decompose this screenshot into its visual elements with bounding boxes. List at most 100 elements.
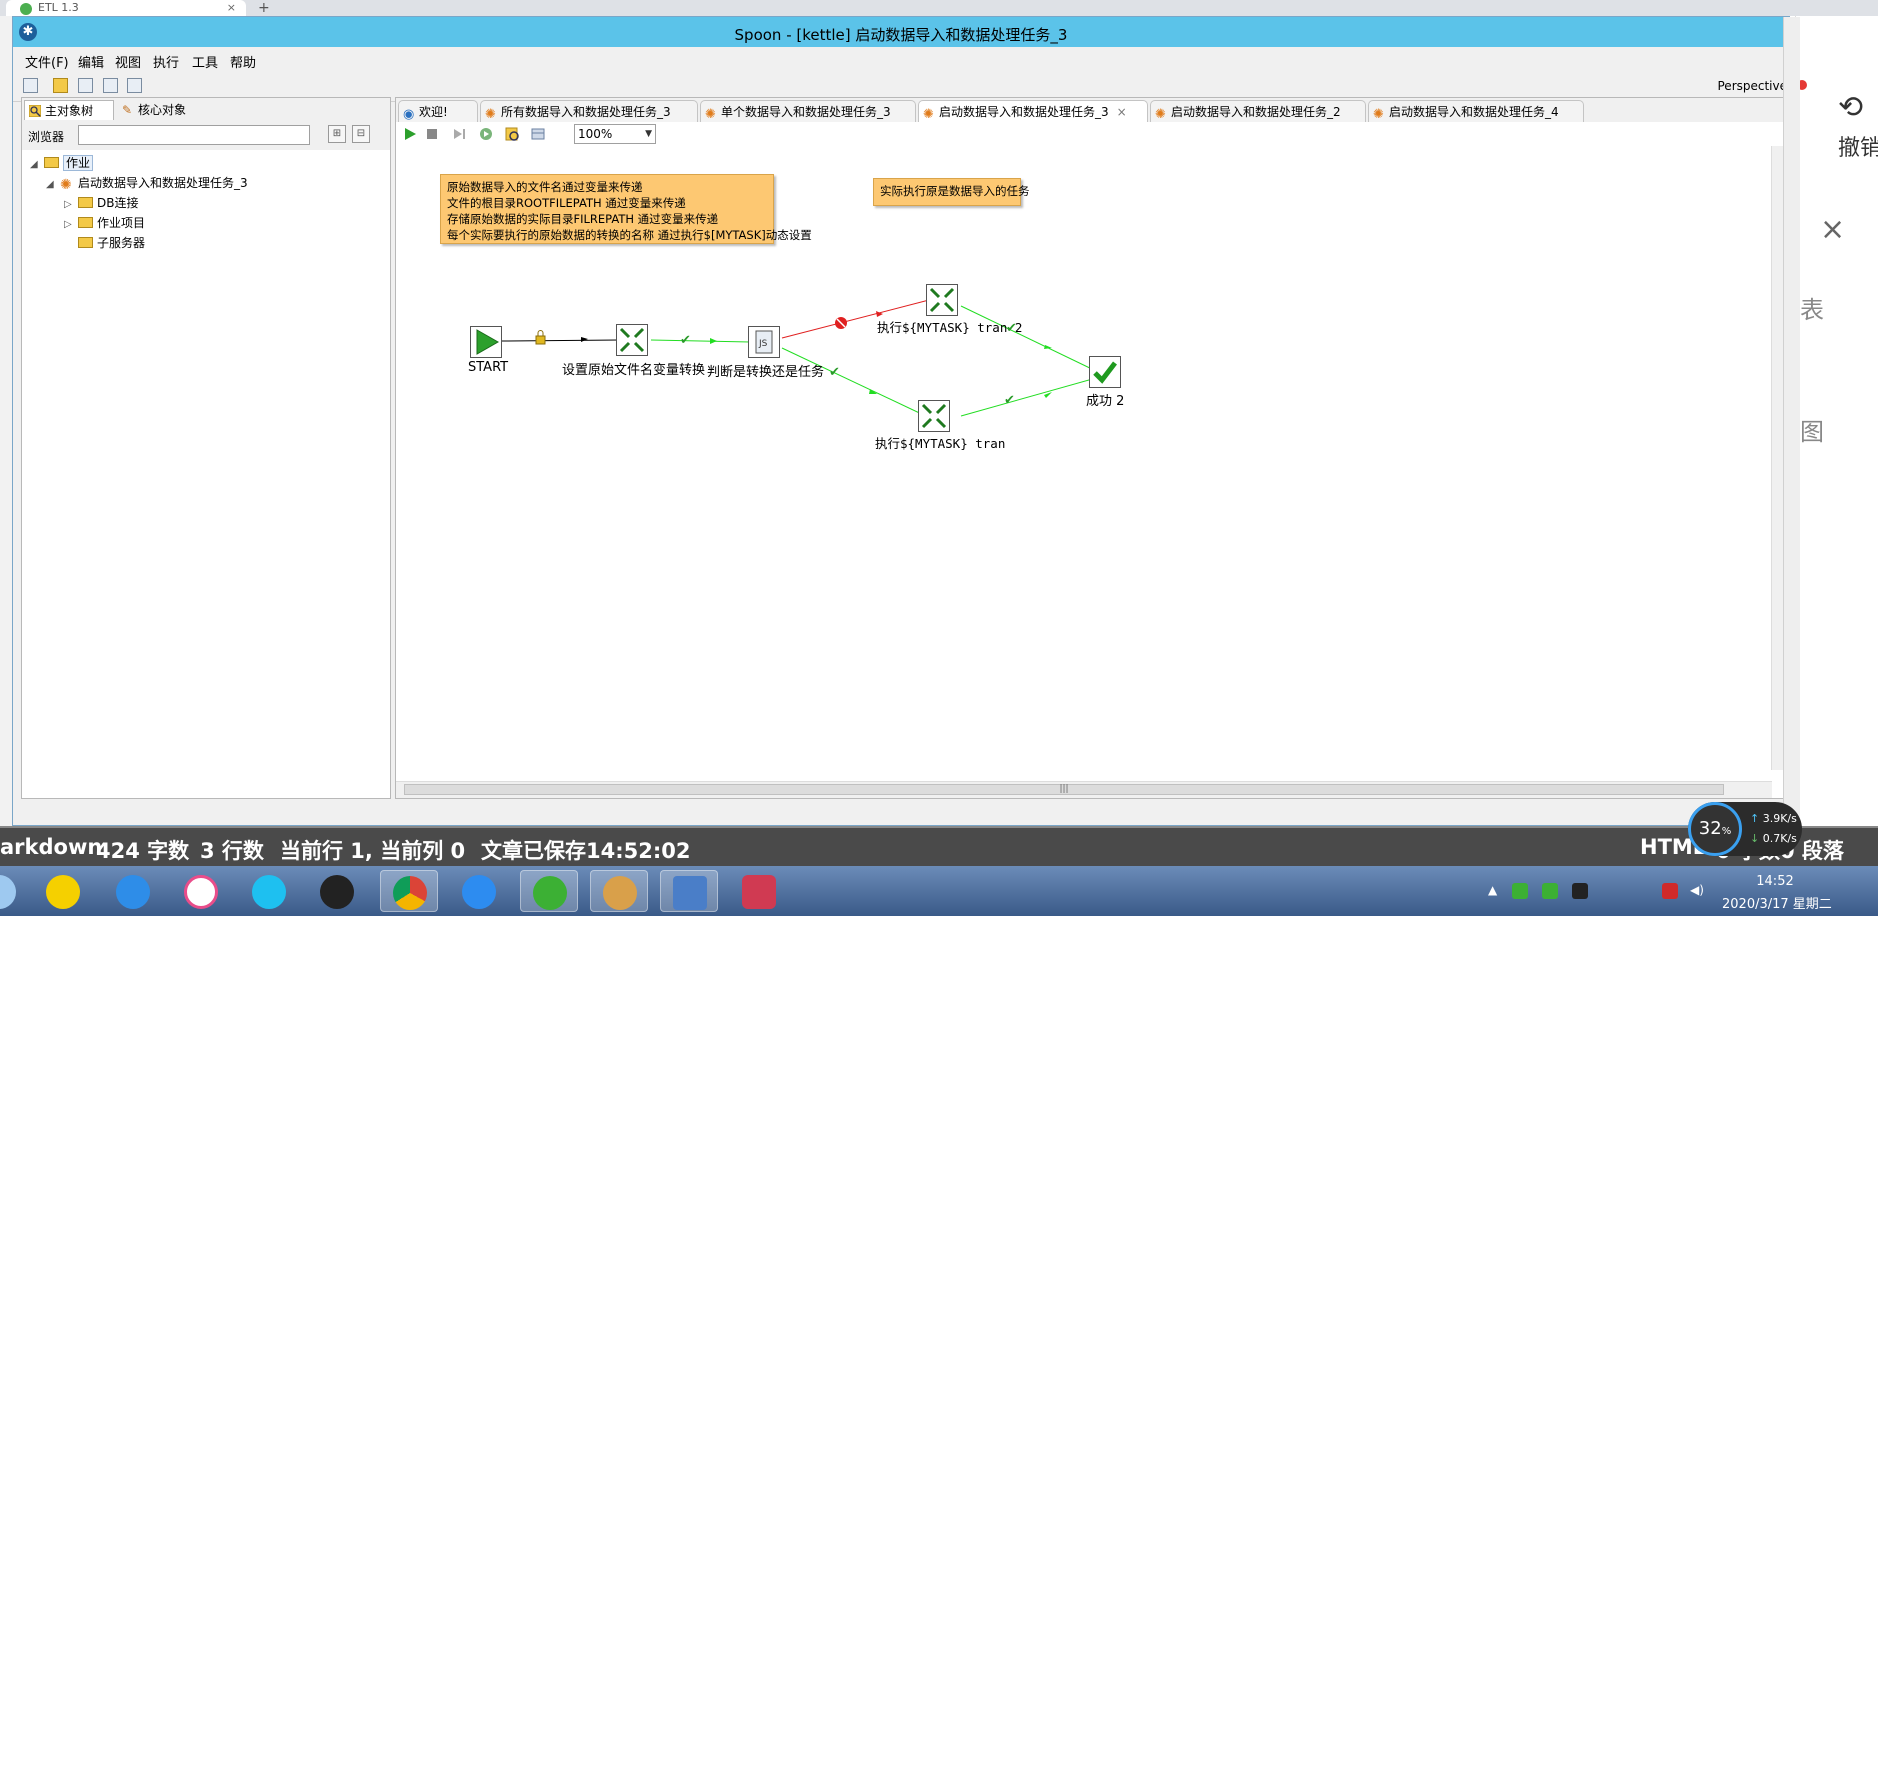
taskbar-app-wechat[interactable]	[520, 870, 578, 912]
folder-icon	[44, 157, 59, 168]
search-input[interactable]	[78, 125, 310, 145]
hop-start-to-setvar[interactable]	[501, 339, 620, 342]
node-start[interactable]	[470, 326, 502, 358]
network-speed-widget[interactable]: 32% ↑ 3.9K/s ↓ 0.7K/s	[1688, 802, 1802, 856]
menu-run[interactable]: 执行	[153, 52, 179, 71]
zoom-select[interactable]: 100% ▼	[574, 124, 656, 144]
tab-job-start-task-2[interactable]: ✺ 启动数据导入和数据处理任务_2	[1150, 100, 1366, 122]
tree-item-jobs[interactable]: ◢ 作业	[30, 154, 94, 174]
note-actual-task[interactable]: 实际执行原是数据导入的任务	[873, 178, 1030, 206]
run-options-icon[interactable]	[478, 126, 494, 142]
job-canvas[interactable]: ✔ ✔ ✔ ✔ 原始数据导入的文件名通过变量来传递 文件的根目录ROOTFILE…	[396, 146, 1772, 786]
clock-time[interactable]: 14:52	[1735, 874, 1815, 889]
collapse-arrow-icon[interactable]: ◢	[30, 156, 44, 174]
replay-icon[interactable]	[452, 126, 468, 142]
tab-job-start-task-3[interactable]: ✺ 启动数据导入和数据处理任务_3 ×	[918, 100, 1148, 122]
expand-arrow-icon[interactable]: ▷	[64, 196, 78, 214]
tray-expand-icon[interactable]: ▲	[1488, 883, 1504, 899]
tray-wechat-icon[interactable]	[1512, 883, 1528, 899]
explore-repository-icon[interactable]	[78, 78, 93, 93]
node-exec-tran2-label: 执行${MYTASK} tran 2	[877, 320, 1023, 335]
undo-label[interactable]: 撤销	[1838, 130, 1878, 162]
tab-welcome[interactable]: ◉ 欢迎!	[398, 100, 478, 122]
taskbar-app-spoon[interactable]	[590, 870, 648, 912]
taskbar-app-browser-blue[interactable]	[104, 870, 162, 912]
node-javascript-judge[interactable]: JS	[748, 326, 780, 358]
menu-help[interactable]: 帮助	[230, 52, 256, 71]
new-tab-button[interactable]: +	[258, 0, 276, 16]
tray-wechat2-icon[interactable]	[1542, 883, 1558, 899]
tree-item-job[interactable]: ◢ ✺ 启动数据导入和数据处理任务_3	[46, 174, 248, 192]
save-as-icon[interactable]	[127, 78, 142, 93]
tab-design[interactable]: ✎ 核心对象	[118, 100, 208, 120]
clock-date[interactable]: 2020/3/17 星期二	[1722, 893, 1832, 912]
stop-icon[interactable]	[424, 126, 440, 142]
node-exec-tran[interactable]	[918, 400, 950, 432]
tab-job-single-task-3[interactable]: ✺ 单个数据导入和数据处理任务_3	[700, 100, 916, 122]
hop-tran-to-success[interactable]	[960, 377, 1097, 417]
perspective-switcher[interactable]: Perspective	[1718, 79, 1788, 93]
menu-view[interactable]: 视图	[115, 52, 141, 71]
tray-qq-icon[interactable]	[1572, 883, 1588, 899]
tab-view[interactable]: 主对象树	[24, 100, 114, 120]
tab-label: 所有数据导入和数据处理任务_3	[501, 105, 671, 119]
collapse-all-icon[interactable]: ⊟	[352, 125, 370, 143]
menu-tools[interactable]: 工具	[192, 52, 218, 71]
close-tab-icon[interactable]: ×	[227, 1, 236, 14]
horizontal-scroll-thumb[interactable]: |||	[404, 784, 1724, 795]
close-tab-icon[interactable]: ×	[1117, 105, 1127, 119]
new-file-icon[interactable]	[23, 78, 38, 93]
close-icon[interactable]: ×	[1820, 212, 1845, 247]
menu-edit[interactable]: 编辑	[78, 52, 104, 71]
taskbar-app-database[interactable]	[730, 870, 788, 912]
tab-view-label: 主对象树	[45, 104, 94, 118]
taskbar-app-video[interactable]	[240, 870, 298, 912]
word-count: 424 字数	[96, 839, 190, 863]
node-success[interactable]	[1089, 356, 1121, 388]
windows-start-icon	[0, 875, 16, 909]
lock-icon	[535, 330, 546, 345]
volume-icon[interactable]: ◀)	[1690, 883, 1706, 899]
open-folder-icon[interactable]	[53, 78, 68, 93]
tab-label: 单个数据导入和数据处理任务_3	[721, 105, 891, 119]
hop-setvar-to-judge[interactable]	[650, 339, 751, 343]
expand-all-icon[interactable]: ⊞	[328, 125, 346, 143]
save-icon[interactable]	[103, 78, 118, 93]
sql-icon[interactable]	[530, 126, 546, 142]
note-description[interactable]: 原始数据导入的文件名通过变量来传递 文件的根目录ROOTFILEPATH 通过变…	[440, 174, 812, 244]
hop-arrow	[869, 389, 877, 394]
undo-icon[interactable]: ⟲	[1838, 90, 1863, 125]
folder-icon	[78, 237, 93, 248]
taskbar-app-remote-desktop[interactable]	[660, 870, 718, 912]
taskbar-app-feishu[interactable]	[450, 870, 508, 912]
taskbar-app-qq[interactable]	[308, 870, 366, 912]
taskbar-app-music[interactable]	[34, 870, 92, 912]
collapse-arrow-icon[interactable]: ◢	[46, 176, 60, 194]
tree-item-job-entries[interactable]: ▷ 作业项目	[64, 214, 145, 232]
tab-job-start-task-4[interactable]: ✺ 启动数据导入和数据处理任务_4	[1368, 100, 1584, 122]
node-set-variables[interactable]	[616, 324, 648, 356]
success-check-icon	[1093, 361, 1117, 384]
run-icon[interactable]	[402, 126, 418, 142]
tab-job-all-tasks-3[interactable]: ✺ 所有数据导入和数据处理任务_3	[480, 100, 698, 122]
check-icon[interactable]	[504, 126, 520, 142]
editor-tabs: ◉ 欢迎! ✺ 所有数据导入和数据处理任务_3 ✺ 单个数据导入和数据处理任务_3 ✺…	[396, 98, 1788, 123]
hop-judge-to-tran[interactable]	[781, 347, 931, 419]
expand-arrow-icon[interactable]: ▷	[64, 216, 78, 234]
start-button[interactable]	[0, 870, 28, 912]
taskbar-app-chrome[interactable]	[380, 870, 438, 912]
node-exec-tran2[interactable]	[926, 284, 958, 316]
background-browser-tab[interactable]: ETL 1.3 ×	[6, 0, 246, 16]
video-app-icon	[252, 875, 286, 909]
node-set-variables-label: 设置原始文件名变量转换	[562, 363, 706, 378]
tree-item-slave-servers[interactable]: 子服务器	[78, 234, 145, 252]
tab-label: 启动数据导入和数据处理任务_4	[1389, 105, 1559, 119]
horizontal-scrollbar[interactable]: |||	[396, 781, 1772, 798]
tree-item-db-connections[interactable]: ▷ DB连接	[64, 194, 138, 212]
menu-file[interactable]: 文件(F)	[25, 52, 69, 71]
window-title: Spoon - [kettle] 启动数据导入和数据处理任务_3	[734, 26, 1068, 44]
taskbar-app-cloud[interactable]	[172, 870, 230, 912]
window-right-scrollbar[interactable]	[1783, 17, 1800, 827]
hop-tran2-to-success[interactable]	[960, 305, 1097, 372]
tray-antivirus-icon[interactable]	[1662, 883, 1678, 899]
